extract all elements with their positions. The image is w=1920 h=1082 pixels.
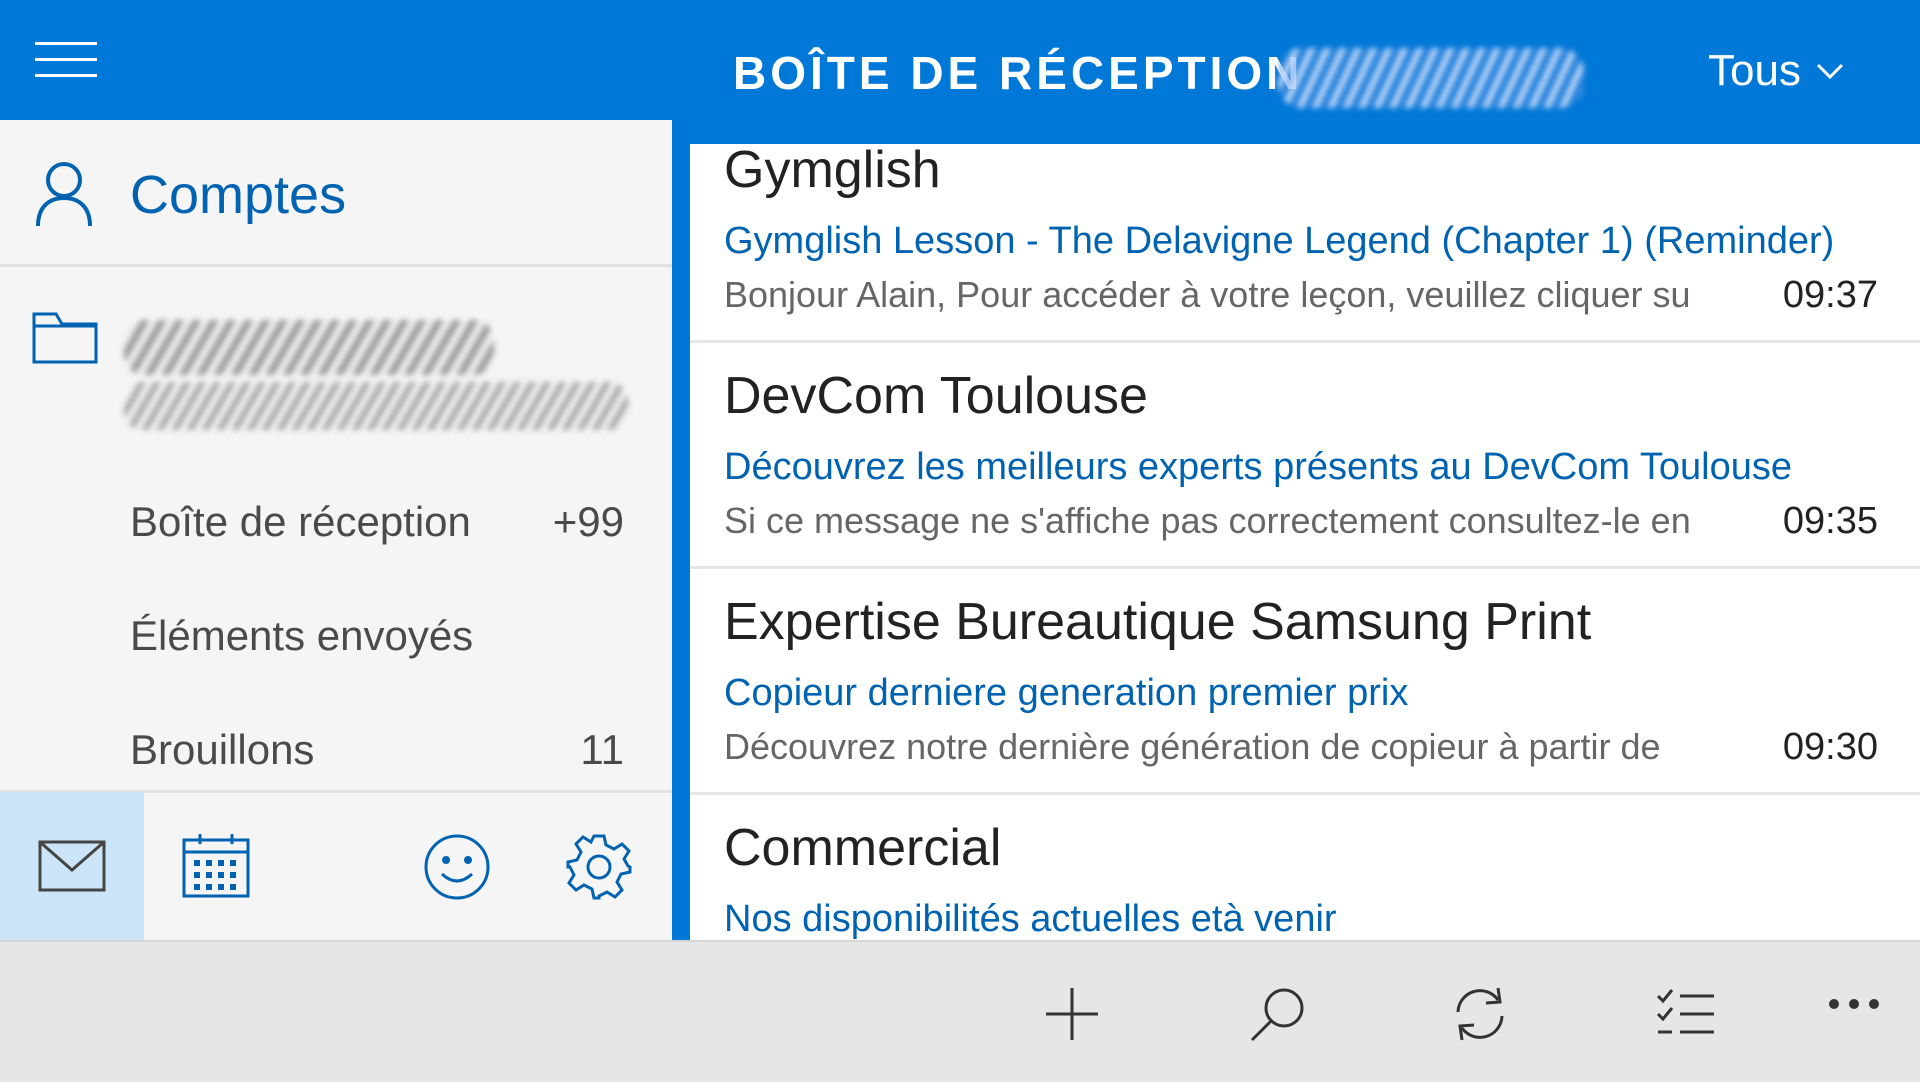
accounts-button[interactable]: Comptes xyxy=(0,120,672,267)
more-button[interactable] xyxy=(1822,982,1886,1046)
message-sender: DevCom Toulouse xyxy=(724,367,1148,425)
folder-inbox[interactable]: Boîte de réception +99 xyxy=(0,470,672,570)
checklist-icon xyxy=(1656,989,1714,1034)
folder-count: 11 xyxy=(580,726,624,773)
message-sender: Expertise Bureautique Samsung Print xyxy=(724,593,1592,651)
message-time: 09:30 xyxy=(1782,726,1878,768)
add-icon xyxy=(1046,988,1098,1040)
redacted-account-address xyxy=(1278,48,1584,108)
message-item[interactable]: DevCom Toulouse Découvrez les meilleurs … xyxy=(690,340,1920,569)
message-subject: Gymglish Lesson - The Delavigne Legend (… xyxy=(724,220,1835,262)
select-button[interactable] xyxy=(1654,982,1718,1046)
folder-sent[interactable]: Éléments envoyés xyxy=(0,584,672,684)
message-list: Gymglish Gymglish Lesson - The Delavigne… xyxy=(690,144,1920,940)
message-item[interactable]: Commercial Nos disponibilités actuelles … xyxy=(690,792,1920,940)
bottom-nav xyxy=(0,792,672,940)
filter-dropdown[interactable]: Tous xyxy=(1708,46,1845,96)
folder-name: Boîte de réception xyxy=(130,498,471,545)
message-sender: Commercial xyxy=(724,819,1002,877)
message-item[interactable]: Expertise Bureautique Samsung Print Copi… xyxy=(690,566,1920,795)
person-icon xyxy=(36,162,92,227)
command-bar xyxy=(0,940,1920,1082)
sync-icon xyxy=(1456,987,1504,1041)
sync-button[interactable] xyxy=(1448,982,1512,1046)
settings-nav-button[interactable] xyxy=(528,792,672,940)
message-preview: Découvrez notre dernière génération de c… xyxy=(724,726,1661,767)
message-subject: Copieur derniere generation premier prix xyxy=(724,672,1409,714)
feedback-nav-button[interactable] xyxy=(384,792,528,940)
chevron-down-icon xyxy=(1816,63,1844,80)
message-time: 09:37 xyxy=(1782,274,1878,316)
gear-icon xyxy=(566,834,632,900)
more-icon xyxy=(1829,999,1879,1009)
folder-icon xyxy=(32,312,98,364)
message-preview: Si ce message ne s'affiche pas correctem… xyxy=(724,500,1691,541)
hamburger-menu-icon[interactable] xyxy=(35,40,97,80)
sidebar: Comptes Boîte de réception +99 Éléments … xyxy=(0,120,672,940)
folder-name: Éléments envoyés xyxy=(130,612,474,659)
calendar-nav-button[interactable] xyxy=(144,792,288,940)
page-title: BOÎTE DE RÉCEPTION xyxy=(733,47,1304,99)
calendar-icon xyxy=(182,834,250,898)
message-item[interactable]: Gymglish Gymglish Lesson - The Delavigne… xyxy=(690,144,1920,343)
smiley-icon xyxy=(424,834,490,900)
folder-drafts[interactable]: Brouillons 11 xyxy=(0,698,672,798)
search-button[interactable] xyxy=(1246,982,1310,1046)
mail-nav-button[interactable] xyxy=(0,792,144,940)
message-sender: Gymglish xyxy=(724,144,941,199)
accounts-label: Comptes xyxy=(130,165,347,225)
message-time: 09:35 xyxy=(1782,500,1878,542)
folder-count: +99 xyxy=(552,498,624,545)
search-icon xyxy=(1250,988,1304,1042)
selection-accent-bar xyxy=(672,144,690,940)
message-subject: Découvrez les meilleurs experts présents… xyxy=(724,446,1793,488)
message-subject: Nos disponibilités actuelles età venir xyxy=(724,898,1337,940)
message-preview: Bonjour Alain, Pour accéder à votre leço… xyxy=(724,274,1691,315)
folder-name: Brouillons xyxy=(130,726,315,773)
mail-icon xyxy=(38,840,106,892)
filter-label: Tous xyxy=(1708,46,1801,95)
redacted-account-email xyxy=(124,382,628,430)
redacted-account-name xyxy=(124,320,494,375)
new-message-button[interactable] xyxy=(1040,982,1104,1046)
